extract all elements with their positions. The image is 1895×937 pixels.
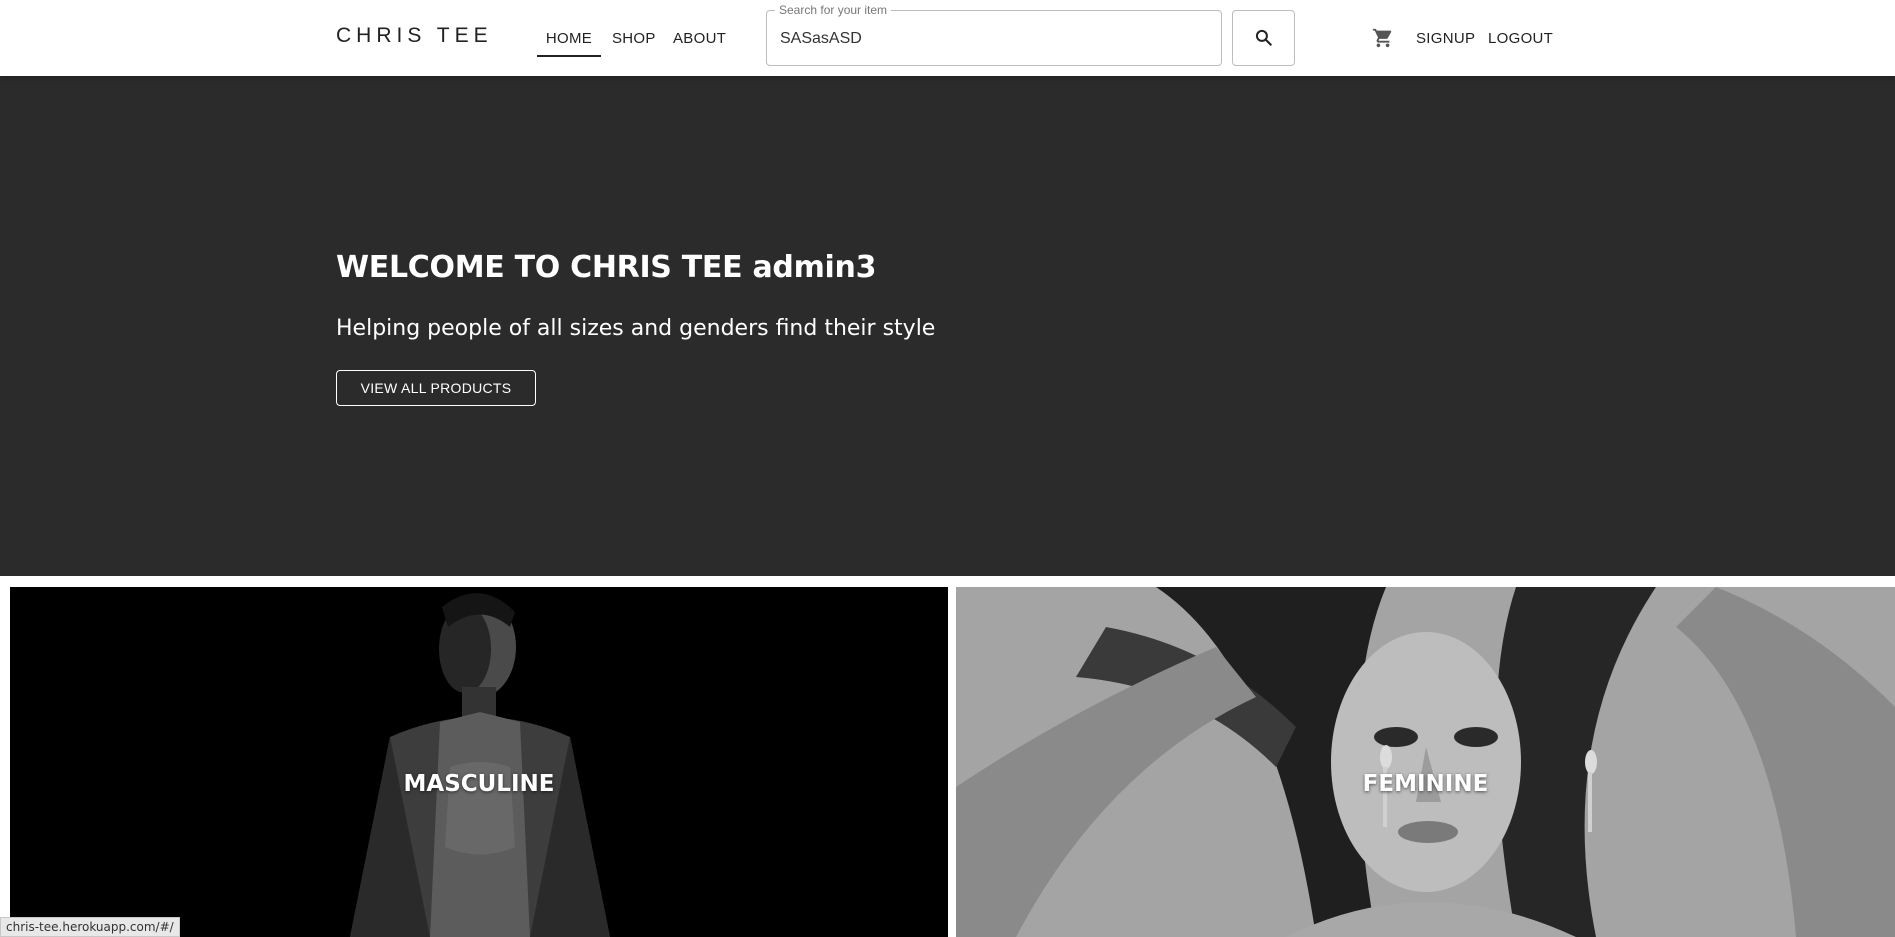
search-button[interactable] — [1232, 10, 1295, 66]
view-all-products-button[interactable]: VIEW ALL PRODUCTS — [336, 370, 536, 406]
brand-logo[interactable]: CHRIS TEE — [336, 24, 493, 48]
category-card-masculine[interactable]: MASCULINE — [10, 587, 948, 937]
nav-home-link[interactable]: HOME — [537, 30, 601, 58]
shopping-cart-icon[interactable] — [1372, 27, 1394, 49]
hero-banner: WELCOME TO CHRIS TEE admin3 Helping peop… — [0, 76, 1895, 576]
category-label-feminine: FEMININE — [1362, 771, 1489, 797]
search-field-label: Search for your item — [775, 3, 892, 17]
hero-title: WELCOME TO CHRIS TEE admin3 — [336, 250, 877, 285]
nav-signup-link[interactable]: SIGNUP — [1416, 30, 1475, 47]
link-preview-status: chris-tee.herokuapp.com/#/ — [0, 917, 180, 937]
top-navbar: CHRIS TEE HOME SHOP ABOUT Search for you… — [0, 0, 1895, 76]
category-label-masculine: MASCULINE — [403, 771, 555, 797]
category-card-feminine[interactable]: FEMININE — [956, 587, 1895, 937]
nav-shop-link[interactable]: SHOP — [612, 30, 656, 47]
search-icon — [1255, 29, 1272, 46]
search-field[interactable]: Search for your item — [766, 3, 1222, 66]
feminine-model-photo — [956, 587, 1895, 937]
search-input[interactable] — [780, 27, 1200, 51]
nav-about-link[interactable]: ABOUT — [673, 30, 726, 47]
nav-logout-link[interactable]: LOGOUT — [1488, 30, 1553, 47]
hero-subtitle: Helping people of all sizes and genders … — [336, 316, 936, 341]
masculine-model-photo — [10, 587, 948, 937]
